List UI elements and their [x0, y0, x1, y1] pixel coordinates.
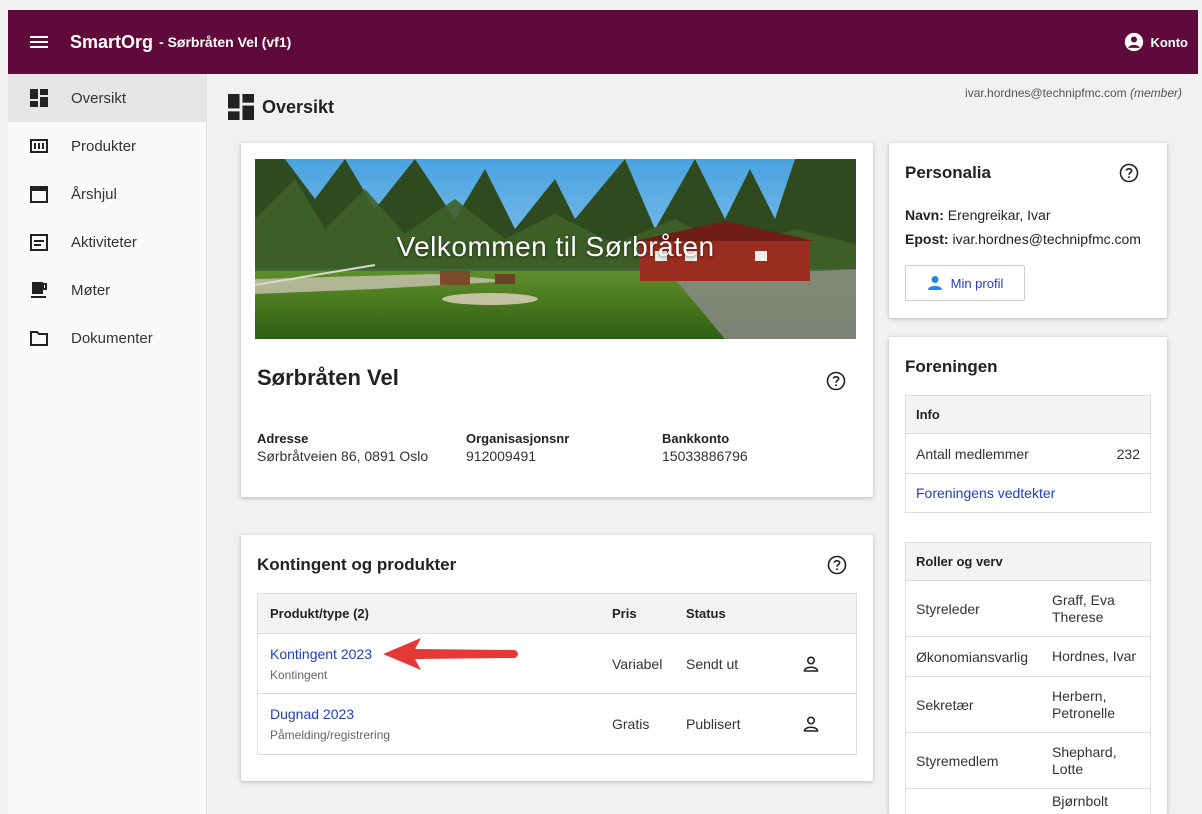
annotation-arrow-icon	[383, 638, 518, 670]
statutes-link[interactable]: Foreningens vedtekter	[916, 485, 1055, 501]
page-title: Oversikt	[262, 96, 335, 117]
role-title: Sekretær	[916, 696, 974, 713]
product-status: Publisert	[686, 716, 741, 732]
role-title: Styremedlem	[916, 752, 999, 769]
role-holder: Graff, Eva Therese	[1052, 591, 1115, 625]
sidebar: Oversikt Produkter Årshjul Aktiviteter M…	[8, 74, 207, 814]
dashboard-icon	[228, 94, 254, 120]
address-label: Adresse	[257, 431, 309, 446]
help-icon[interactable]	[1119, 163, 1139, 183]
bank-label: Bankkonto	[662, 431, 730, 446]
top-app-bar: SmartOrg - Sørbråten Vel (vf1) Konto	[8, 10, 1198, 74]
personalia-email: Epost: ivar.hordnes@technipfmc.com	[905, 231, 1141, 247]
sidebar-item-label: Årshjul	[71, 185, 117, 203]
name-value: Erengreikar, Ivar	[947, 207, 1051, 223]
user-email-text: ivar.hordnes@technipfmc.com	[965, 86, 1127, 100]
bank-value: 15033886796	[662, 448, 748, 464]
account-label: Konto	[1150, 34, 1188, 50]
info-header: Info	[906, 396, 1150, 434]
roles-header: Roller og verv	[906, 543, 1150, 581]
products-card: Kontingent og produkter Produkt/type (2)…	[241, 535, 873, 781]
table-row: Kontingent 2023 Kontingent Variabel Send…	[258, 634, 856, 694]
header-product[interactable]: Produkt/type (2)	[258, 606, 612, 621]
sidebar-item-arshjul[interactable]: Årshjul	[8, 170, 206, 218]
sidebar-item-label: Aktiviteter	[71, 233, 137, 251]
account-button[interactable]: Konto	[1124, 32, 1188, 52]
dashboard-icon	[30, 89, 48, 107]
name-label: Navn:	[905, 207, 944, 223]
sidebar-item-moter[interactable]: Møter	[8, 266, 206, 314]
welcome-card: Velkommen til Sørbråten Sørbråten Vel Ad…	[241, 143, 873, 497]
orgnr-value: 912009491	[466, 448, 537, 464]
sidebar-item-aktiviteter[interactable]: Aktiviteter	[8, 218, 206, 266]
calendar-icon	[30, 186, 48, 203]
person-icon	[927, 276, 942, 290]
product-type: Påmelding/registrering	[270, 728, 391, 742]
foreningen-title: Foreningen	[905, 357, 998, 376]
help-icon[interactable]	[827, 555, 847, 575]
role-holder: Hordnes, Ivar	[1052, 648, 1137, 664]
product-status: Sendt ut	[686, 655, 739, 672]
hero-image: Velkommen til Sørbråten	[255, 159, 856, 339]
orgnr-label: Organisasjonsnr	[466, 431, 570, 446]
menu-icon[interactable]	[30, 36, 48, 48]
org-name: Sørbråten Vel	[257, 365, 399, 390]
role-title: Økonomiansvarlig	[916, 648, 1029, 665]
account-circle-icon	[1125, 32, 1144, 52]
table-header: Produkt/type (2) Pris Status	[258, 594, 856, 634]
sidebar-item-produkter[interactable]: Produkter	[8, 122, 206, 170]
sidebar-item-oversikt[interactable]: Oversikt	[8, 74, 206, 122]
table-row: Antall medlemmer 232	[906, 434, 1150, 474]
role-holder: Herbern, Petronelle	[1052, 687, 1116, 721]
sidebar-item-dokumenter[interactable]: Dokumenter	[8, 314, 206, 362]
table-row: Bjørnbolt	[906, 789, 1150, 814]
roles-table: Roller og verv Styreleder Graff, Eva The…	[905, 542, 1151, 814]
sidebar-item-label: Oversikt	[71, 89, 127, 107]
info-table: Info Antall medlemmer 232 Foreningens ve…	[905, 395, 1151, 513]
table-row: Foreningens vedtekter	[906, 474, 1150, 512]
members-value: 232	[1116, 445, 1140, 462]
sidebar-item-label: Møter	[71, 281, 111, 299]
products-table: Produkt/type (2) Pris Status Kontingent …	[257, 593, 857, 755]
role-holder: Shephard, Lotte	[1052, 743, 1117, 777]
min-profil-label: Min profil	[950, 275, 1004, 291]
org-title: - Sørbråten Vel (vf1)	[159, 34, 292, 50]
user-email: ivar.hordnes@technipfmc.com (member)	[965, 86, 1182, 100]
personalia-title: Personalia	[905, 163, 991, 182]
product-price: Gratis	[612, 716, 650, 732]
products-title: Kontingent og produkter	[257, 555, 457, 574]
event-note-icon	[30, 234, 48, 251]
sidebar-item-label: Produkter	[71, 137, 137, 155]
address-value: Sørbråtveien 86, 0891 Oslo	[257, 448, 429, 464]
header-status[interactable]: Status	[686, 606, 791, 621]
email-value: ivar.hordnes@technipfmc.com	[952, 231, 1141, 247]
folder-icon	[30, 331, 48, 346]
table-row: Styreleder Graff, Eva Therese	[906, 581, 1150, 637]
foreningen-card: Foreningen Info Antall medlemmer 232 For…	[889, 337, 1167, 814]
app-name[interactable]: SmartOrg	[70, 32, 153, 53]
page-header: Oversikt	[228, 94, 334, 120]
header-price[interactable]: Pris	[612, 606, 686, 621]
coffee-icon	[31, 282, 47, 298]
personalia-name: Navn: Erengreikar, Ivar	[905, 207, 1051, 223]
table-row: Sekretær Herbern, Petronelle	[906, 677, 1150, 733]
hero-welcome-text: Velkommen til Sørbråten	[396, 231, 715, 262]
table-row: Dugnad 2023 Påmelding/registrering Grati…	[258, 694, 856, 754]
personalia-card: Personalia Navn: Erengreikar, Ivar Epost…	[889, 143, 1167, 318]
help-icon[interactable]	[826, 371, 846, 391]
email-label: Epost:	[905, 231, 949, 247]
product-price: Variabel	[612, 655, 663, 672]
table-row: Økonomiansvarlig Hordnes, Ivar	[906, 637, 1150, 677]
product-link[interactable]: Dugnad 2023	[270, 706, 612, 722]
min-profil-button[interactable]: Min profil	[905, 265, 1025, 301]
table-row: Styremedlem Shephard, Lotte	[906, 733, 1150, 789]
counter-icon	[30, 139, 48, 153]
person-outline-icon[interactable]	[802, 655, 820, 673]
members-label: Antall medlemmer	[916, 445, 1029, 462]
user-role: (member)	[1129, 86, 1182, 100]
role-holder: Bjørnbolt	[1052, 793, 1109, 809]
person-outline-icon[interactable]	[802, 715, 820, 733]
sidebar-item-label: Dokumenter	[71, 329, 153, 347]
role-title: Styreleder	[916, 600, 980, 617]
